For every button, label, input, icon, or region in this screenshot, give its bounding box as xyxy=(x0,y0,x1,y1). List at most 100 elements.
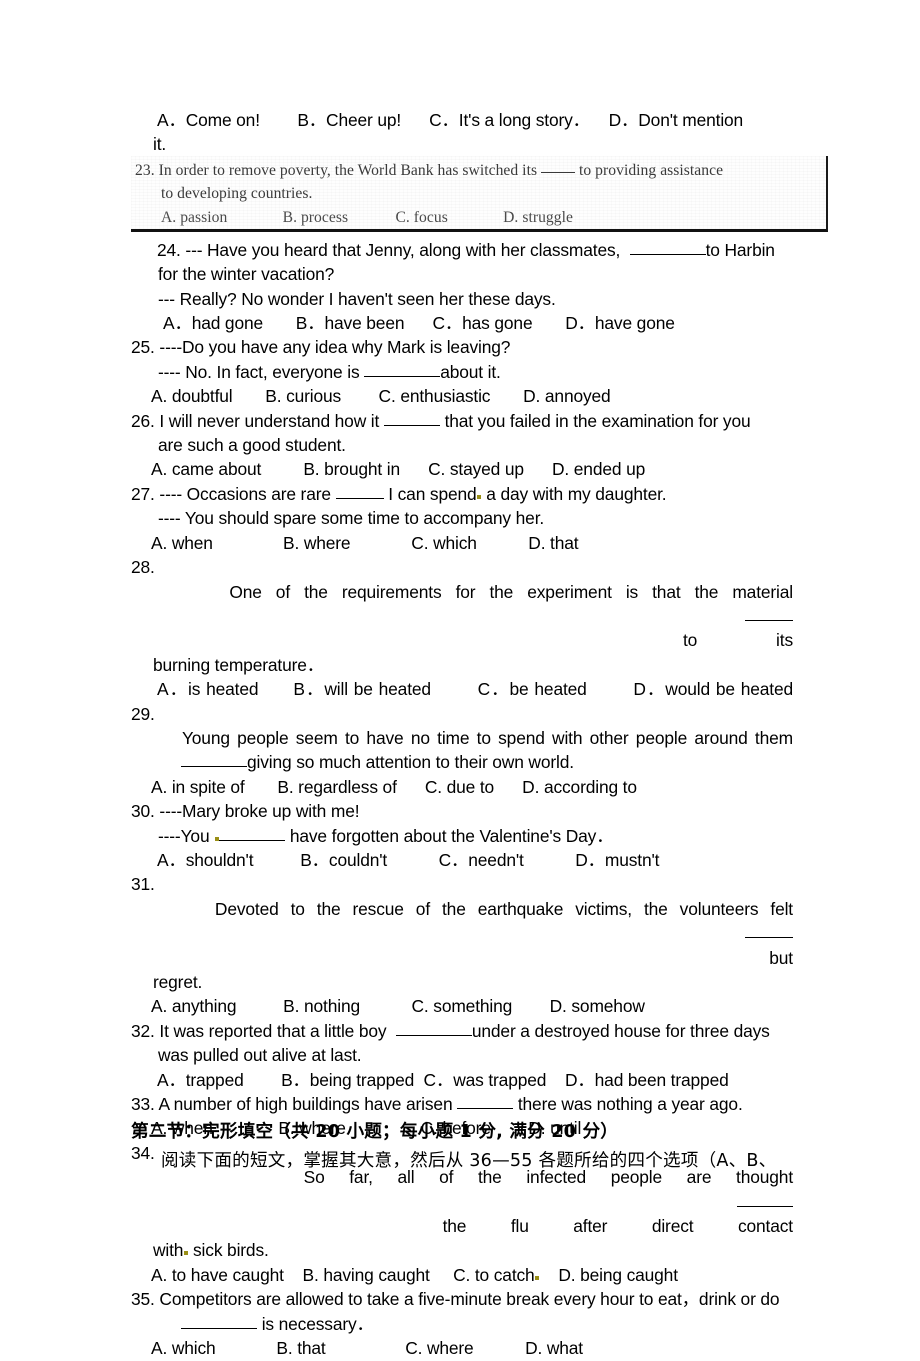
question-24-stem-a-tail: to Harbin xyxy=(705,239,775,260)
question-27-blank xyxy=(335,485,384,499)
question-30-options: A．shouldn't B．couldn't C．needn't D．mustn… xyxy=(157,849,660,870)
question-34-stem-b: with xyxy=(153,1240,184,1261)
question-33-number: 33. xyxy=(131,1094,155,1115)
question-28-number: 28. xyxy=(131,557,155,578)
question-29-stem-a: Young people seem to have no time to spe… xyxy=(181,727,793,748)
question-25-stem-a: ----Do you have any idea why Mark is lea… xyxy=(159,337,511,358)
question-25-options: A. doubtful B. curious C. enthusiastic D… xyxy=(151,386,611,407)
question-25-stem-line1: 25. ----Do you have any idea why Mark is… xyxy=(131,335,793,359)
question-30-stem-line2: ----You have forgotten about the Valenti… xyxy=(131,824,793,848)
section-two-block: 第二节：完形填空（共 20 小题；每小题 1 分, 满分 20 分） 阅读下面的… xyxy=(131,1118,811,1176)
question-28-blank xyxy=(745,607,793,621)
annotation-dot-q30 xyxy=(214,836,219,841)
question-23-blank xyxy=(541,172,576,173)
question-35-stem-line2: is necessary． xyxy=(131,1312,793,1336)
document-page: A．Come on! B．Cheer up! C．It's a long sto… xyxy=(0,0,920,1358)
question-35-number: 35. xyxy=(131,1289,155,1310)
question-35-options: A. which B. that C. where D. what xyxy=(151,1338,583,1359)
question-26-blank xyxy=(383,412,440,426)
question-29-options: A. in spite of B. regardless of C. due t… xyxy=(151,776,637,797)
question-27-number: 27. xyxy=(131,483,155,504)
question-31-stem-a-tail: but xyxy=(769,947,793,968)
question-35-stem-b-tail: is necessary． xyxy=(261,1313,374,1334)
question-23-stem-line1: 23. In order to remove poverty, the Worl… xyxy=(131,156,826,182)
section-two-heading: 第二节：完形填空（共 20 小题；每小题 1 分, 满分 20 分） xyxy=(131,1122,619,1142)
question-23-stem-line2: to developing countries. xyxy=(161,185,313,203)
question-32-blank xyxy=(395,1022,472,1036)
question-24-blank xyxy=(629,241,706,255)
question-22-options-line1: A．Come on! B．Cheer up! C．It's a long sto… xyxy=(157,110,744,130)
question-32-stem-a: It was reported that a little boy xyxy=(159,1020,387,1041)
question-29-stem-b-tail: giving so much attention to their own wo… xyxy=(247,752,574,773)
question-32-stem-a-tail: under a destroyed house for three days xyxy=(471,1020,770,1041)
question-27-options: A. when B. where C. which D. that xyxy=(151,532,579,553)
question-26-number: 26. xyxy=(131,410,155,431)
question-26-stem-a-tail: that you failed in the examination for y… xyxy=(444,410,751,431)
question-29-stem-line1: 29. Young people seem to have no time to… xyxy=(131,702,793,751)
question-23-stem-tail: to providing assistance xyxy=(578,162,724,179)
question-24-stem-line2: for the winter vacation? xyxy=(158,264,335,285)
question-26-stem-a: I will never understand how it xyxy=(159,410,380,431)
question-27-stem-line2: ---- You should spare some time to accom… xyxy=(158,508,545,529)
question-31-stem-a: Devoted to the rescue of the earthquake … xyxy=(214,898,793,919)
annotation-dot-q27 xyxy=(477,494,482,499)
question-25-stem-line2: ---- No. In fact, everyone is about it. xyxy=(131,360,793,384)
question-30-blank xyxy=(219,827,286,841)
question-35-stem-a: Competitors are allowed to take a five-m… xyxy=(159,1289,780,1310)
question-33-stem-line1: 33. A number of high buildings have aris… xyxy=(131,1092,793,1116)
question-30-stem-b-tail: have forgotten about the Valentine's Day… xyxy=(289,825,614,846)
question-31-stem-line2: regret. xyxy=(153,972,203,992)
question-27-stem-a-tail2: a day with my daughter. xyxy=(486,483,667,504)
question-33-stem-a: A number of high buildings have arisen xyxy=(158,1094,453,1115)
annotation-dot-q34-catch xyxy=(535,1275,540,1280)
question-23-stem: In order to remove poverty, the World Ba… xyxy=(158,162,538,179)
question-32-stem-line2: was pulled out alive at last. xyxy=(158,1045,362,1066)
question-28-stem-line1: 28. One of the requirements for the expe… xyxy=(131,555,793,653)
question-27-stem-line1: 27. ---- Occasions are rare I can spend … xyxy=(131,482,793,506)
question-23-options: A. passion B. process C. focus D. strugg… xyxy=(161,208,573,226)
question-34-options-abc: A. to have caught B. having caught C. to… xyxy=(151,1264,535,1285)
question-32-options: A．trapped B．being trapped C．was trapped … xyxy=(157,1069,729,1090)
question-35-blank xyxy=(181,1315,257,1329)
question-33-stem-a-tail: there was nothing a year ago. xyxy=(517,1094,743,1115)
question-24-stem-a: --- Have you heard that Jenny, along wit… xyxy=(185,239,621,260)
question-31-options: A. anything B. nothing C. something D. s… xyxy=(151,996,645,1017)
question-30-stem-line1: 30. ----Mary broke up with me! xyxy=(131,799,793,823)
question-28-options: A．is heated B．will be heated C．be heated… xyxy=(157,679,793,700)
question-24-stem-line3: --- Really? No wonder I haven't seen her… xyxy=(158,288,556,309)
section-two-instruction: 阅读下面的短文，掌握其大意，然后从 36—55 各题所给的四个选项（A、B、 xyxy=(161,1151,777,1171)
question-29-stem-line2: giving so much attention to their own wo… xyxy=(131,750,793,774)
question-34-stem-line2: with sick birds. xyxy=(131,1238,793,1262)
question-32-stem-line1: 32. It was reported that a little boy un… xyxy=(131,1019,793,1043)
question-28-stem-line2: burning temperature． xyxy=(153,654,324,675)
question-28-stem-a-tail: to its xyxy=(683,630,793,651)
question-23-scanned-block: 23. In order to remove poverty, the Worl… xyxy=(131,156,828,232)
question-34-blank xyxy=(737,1193,793,1207)
question-24-options: A．had gone B．have been C．has gone D．have… xyxy=(163,313,675,334)
question-26-stem-line2: are such a good student. xyxy=(158,435,346,456)
question-25-blank xyxy=(364,363,441,377)
question-27-stem-a-tail: I can spend xyxy=(388,483,477,504)
question-29-number: 29. xyxy=(131,703,155,724)
question-31-stem-line1: 31. Devoted to the rescue of the earthqu… xyxy=(131,872,793,970)
question-35-stem-line1: 35. Competitors are allowed to take a fi… xyxy=(131,1287,793,1311)
question-22-options-line2: it. xyxy=(153,134,167,155)
question-31-number: 31. xyxy=(131,874,155,895)
question-25-stem-b-tail: about it. xyxy=(440,361,501,382)
question-24-stem-line1: 24. --- Have you heard that Jenny, along… xyxy=(131,238,793,262)
question-26-stem-line1: 26. I will never understand how it that … xyxy=(131,409,793,433)
question-34-option-d: D. being caught xyxy=(558,1264,678,1285)
question-30-stem-a: ----Mary broke up with me! xyxy=(159,801,360,822)
question-33-blank xyxy=(457,1095,514,1110)
question-32-number: 32. xyxy=(131,1020,155,1041)
question-34-stem-a-tail: the flu after direct contact xyxy=(442,1216,794,1237)
question-26-options: A. came about B. brought in C. stayed up… xyxy=(151,459,646,480)
question-30-stem-b: ----You xyxy=(158,825,210,846)
question-25-number: 25. xyxy=(131,337,155,358)
question-29-blank xyxy=(181,753,247,768)
question-24-number: 24. xyxy=(157,239,181,260)
question-23-number: 23. xyxy=(135,162,155,179)
question-31-blank xyxy=(745,924,793,939)
question-30-number: 30. xyxy=(131,801,155,822)
question-34-stem-b-tail: sick birds. xyxy=(193,1240,269,1261)
